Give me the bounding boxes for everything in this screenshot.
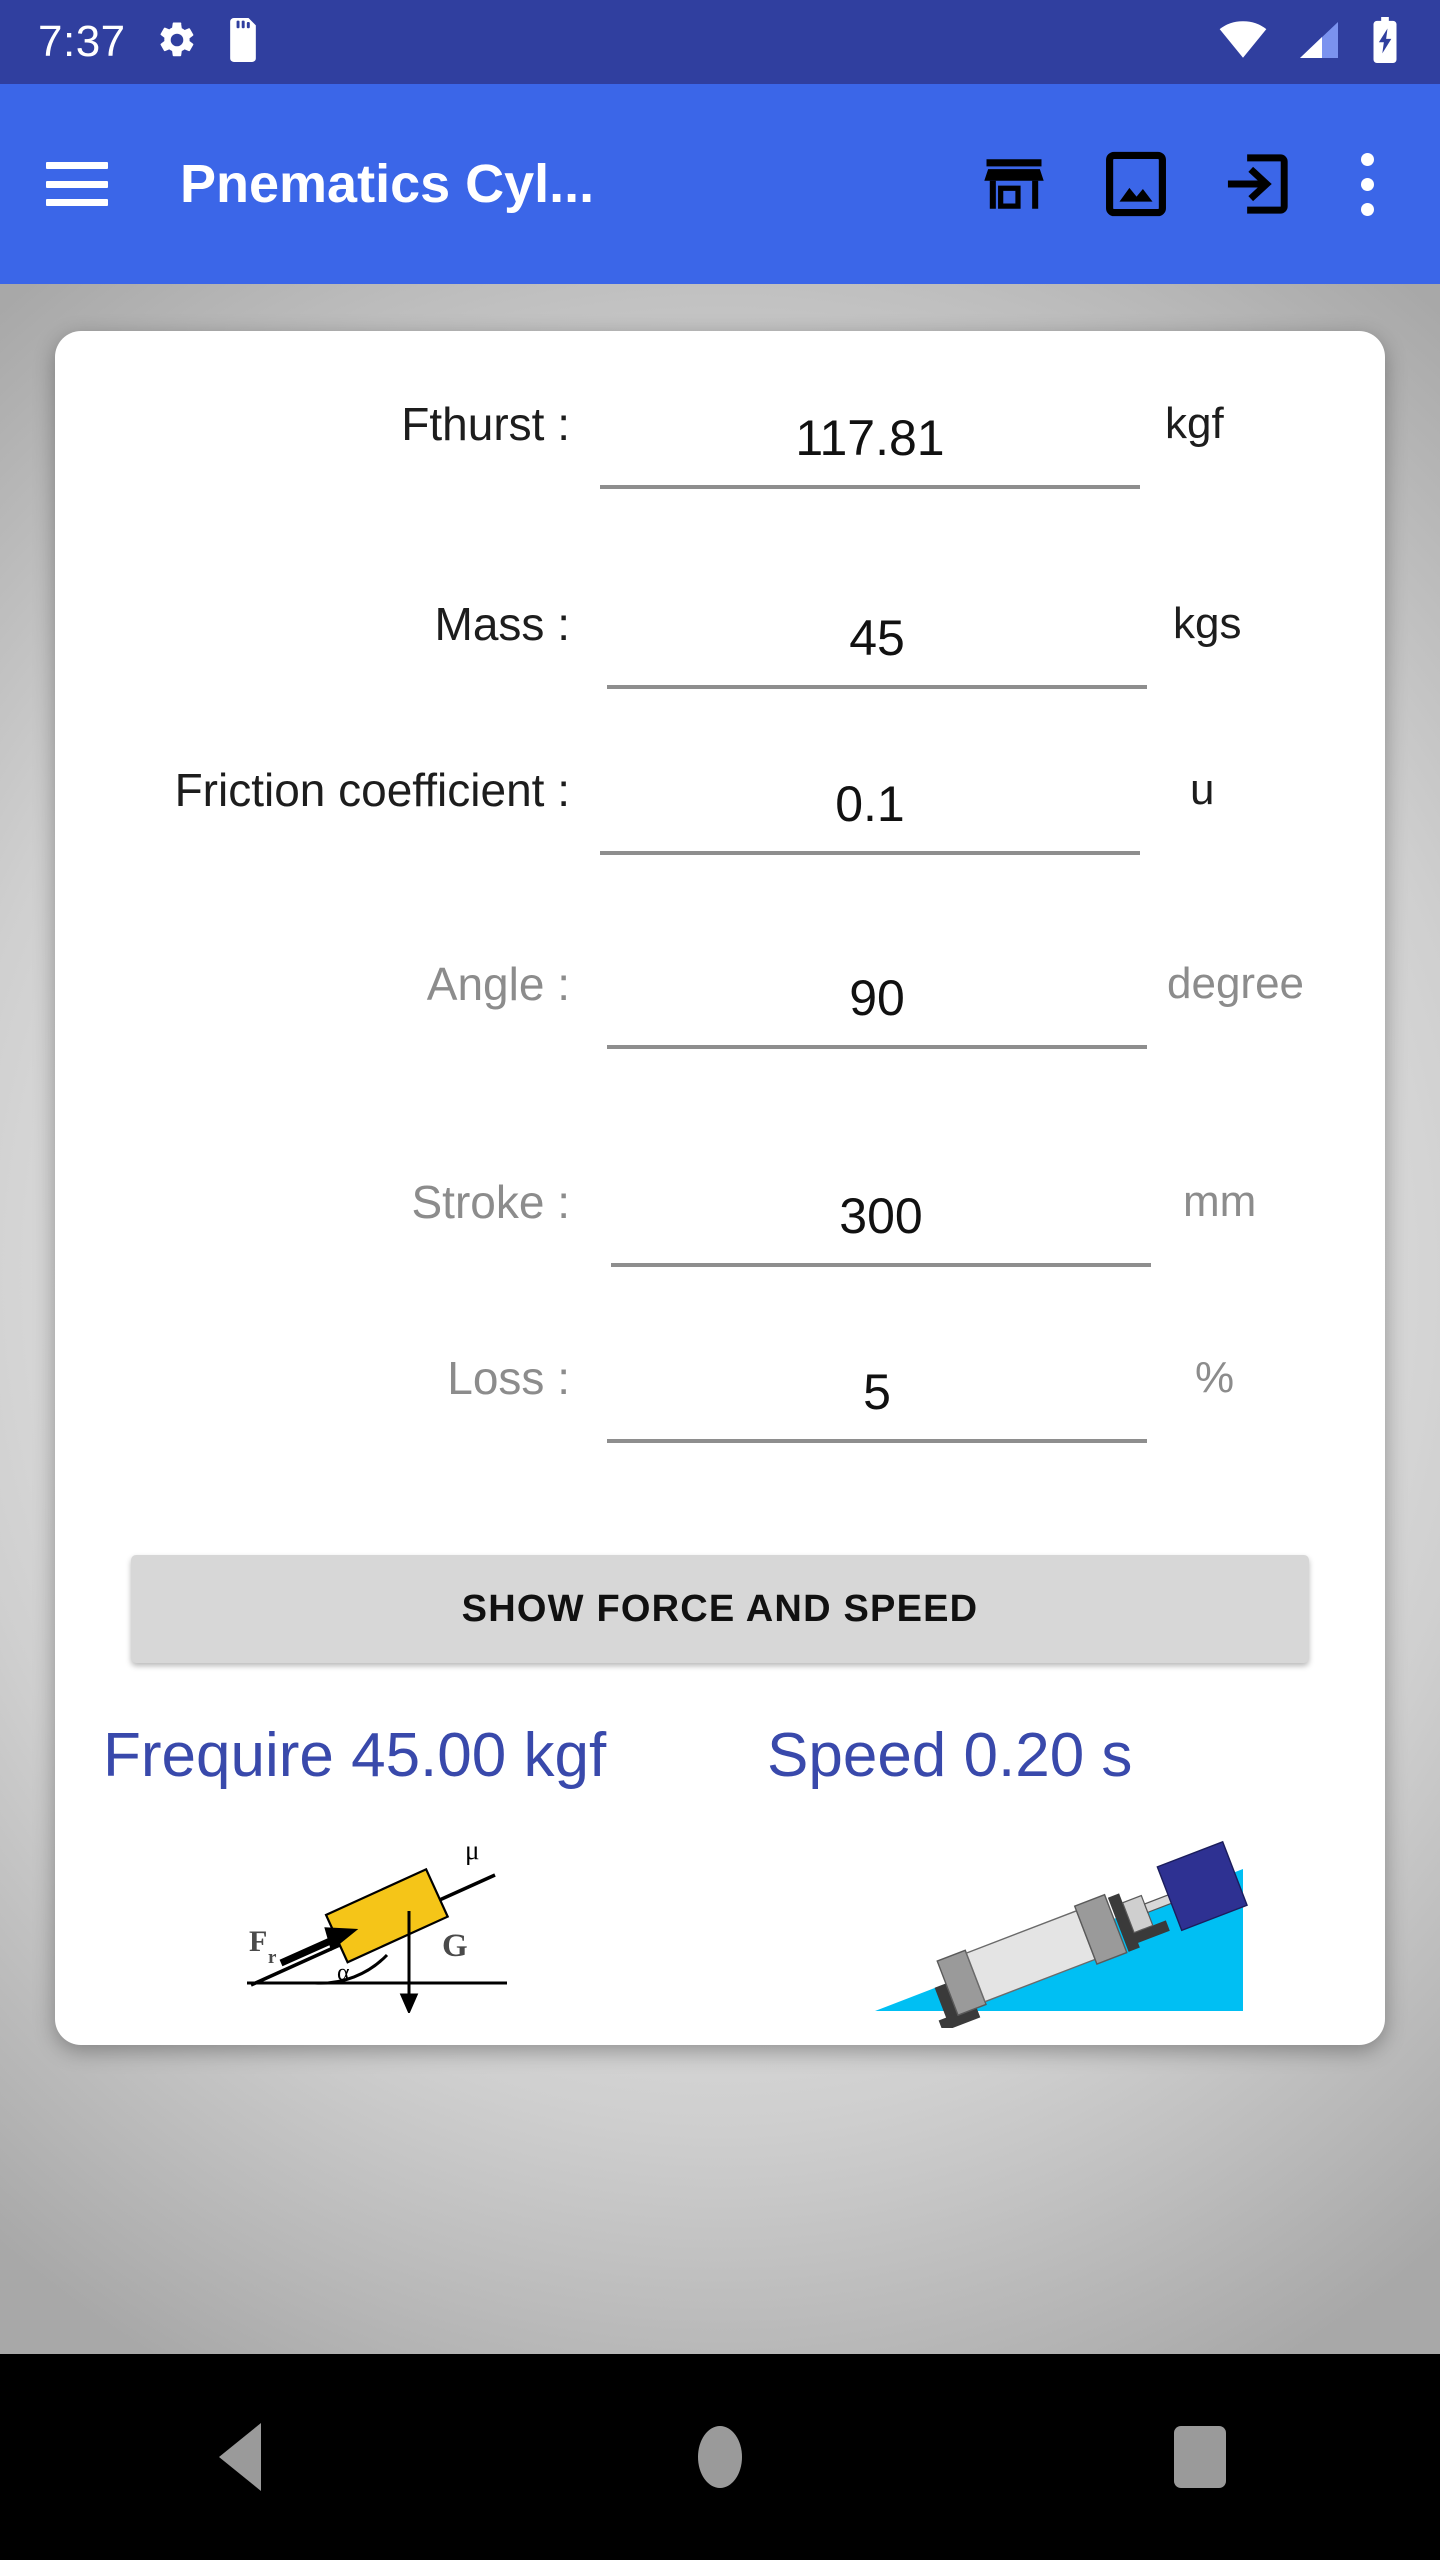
- stroke-input[interactable]: 300: [611, 1137, 1151, 1267]
- diagram-row: F r μ G α: [55, 1821, 1385, 2028]
- fthurst-unit: kgf: [1165, 399, 1224, 448]
- form-row-friction: Friction coefficient : 0.1 u: [55, 725, 1385, 855]
- friction-coefficient-label: Friction coefficient :: [174, 764, 570, 816]
- loss-unit: %: [1195, 1353, 1235, 1402]
- input-underline: [607, 1045, 1147, 1049]
- form-row-stroke: Stroke : 300 mm: [55, 1137, 1385, 1267]
- hamburger-menu-icon[interactable]: [46, 162, 108, 206]
- pneumatic-cylinder-incline-diagram: [875, 1840, 1248, 2028]
- fthurst-label: Fthurst :: [401, 398, 570, 450]
- input-underline: [607, 1439, 1147, 1443]
- status-bar-system-icons: [1218, 16, 1402, 68]
- status-bar: 7:37: [0, 0, 1440, 84]
- angle-label: Angle :: [426, 958, 570, 1010]
- friction-coefficient-input[interactable]: 0.1: [600, 725, 1140, 855]
- page-title: Pnematics Cyl...: [180, 154, 595, 214]
- recents-square-icon: [1174, 2426, 1226, 2488]
- stroke-unit: mm: [1183, 1177, 1257, 1226]
- image-icon[interactable]: [1105, 151, 1167, 217]
- form-row-loss: Loss : 5 %: [55, 1313, 1385, 1443]
- cellular-signal-icon: [1294, 19, 1342, 66]
- angle-value: 90: [849, 970, 905, 1026]
- gear-icon: [156, 19, 198, 66]
- store-icon[interactable]: [981, 151, 1047, 217]
- speed-result: Speed 0.20 s: [767, 1721, 1133, 1790]
- calculator-card: Fthurst : 117.81 kgf Mass : 45 kgs Frict…: [55, 331, 1385, 2045]
- mass-unit: kgs: [1173, 599, 1242, 648]
- android-navigation-bar: [0, 2354, 1440, 2560]
- input-underline: [600, 485, 1140, 489]
- sd-card-icon: [224, 17, 262, 67]
- home-circle-icon: [698, 2426, 742, 2488]
- mass-label: Mass :: [434, 598, 570, 650]
- results-row: Frequire 45.00 kgf Speed 0.20 s: [55, 1711, 1385, 1801]
- stroke-label: Stroke :: [411, 1176, 570, 1228]
- nav-home-button[interactable]: [640, 2397, 800, 2517]
- nav-back-button[interactable]: [160, 2397, 320, 2517]
- mu-label: μ: [465, 1835, 479, 1865]
- loss-value: 5: [863, 1364, 891, 1420]
- angle-input[interactable]: 90: [607, 919, 1147, 1049]
- loss-input[interactable]: 5: [607, 1313, 1147, 1443]
- form-row-mass: Mass : 45 kgs: [55, 559, 1385, 689]
- mass-value: 45: [849, 610, 905, 666]
- friction-force-label: F: [249, 1925, 267, 1958]
- friction-coefficient-unit: u: [1190, 765, 1215, 814]
- back-triangle-icon: [219, 2423, 261, 2491]
- mass-input[interactable]: 45: [607, 559, 1147, 689]
- stroke-value: 300: [839, 1188, 923, 1244]
- battery-charging-icon: [1368, 16, 1402, 68]
- required-force-result: Frequire 45.00 kgf: [103, 1721, 607, 1790]
- inclined-plane-force-diagram: F r μ G α: [247, 1835, 507, 2013]
- form-row-angle: Angle : 90 degree: [55, 919, 1385, 1049]
- status-bar-clock: 7:37: [38, 17, 126, 66]
- input-underline: [611, 1263, 1151, 1267]
- input-underline: [607, 685, 1147, 689]
- page-content: Fthurst : 117.81 kgf Mass : 45 kgs Frict…: [0, 284, 1440, 2354]
- show-force-and-speed-button[interactable]: SHOW FORCE AND SPEED: [131, 1555, 1309, 1663]
- form-row-fthurst: Fthurst : 117.81 kgf: [55, 359, 1385, 489]
- overflow-menu-icon[interactable]: [1347, 147, 1388, 222]
- status-bar-notification-icons: [156, 17, 262, 67]
- wifi-icon: [1218, 20, 1268, 65]
- gravity-label: G: [442, 1928, 468, 1964]
- friction-force-subscript: r: [268, 1947, 277, 1968]
- angle-label-alpha: α: [337, 1960, 350, 1986]
- phone-screen: 7:37 Pnematics Cyl... Fthurst: 117.81 k…: [0, 0, 1440, 2560]
- login-icon[interactable]: [1225, 151, 1289, 217]
- friction-coefficient-value: 0.1: [835, 776, 905, 832]
- fthurst-input[interactable]: 117.81: [600, 359, 1140, 489]
- input-underline: [600, 851, 1140, 855]
- app-bar: Pnematics Cyl...: [0, 84, 1440, 284]
- loss-label: Loss :: [447, 1352, 570, 1404]
- app-bar-actions: [981, 147, 1394, 222]
- fthurst-value: 117.81: [795, 410, 945, 466]
- nav-recents-button[interactable]: [1120, 2397, 1280, 2517]
- angle-unit: degree: [1167, 959, 1305, 1008]
